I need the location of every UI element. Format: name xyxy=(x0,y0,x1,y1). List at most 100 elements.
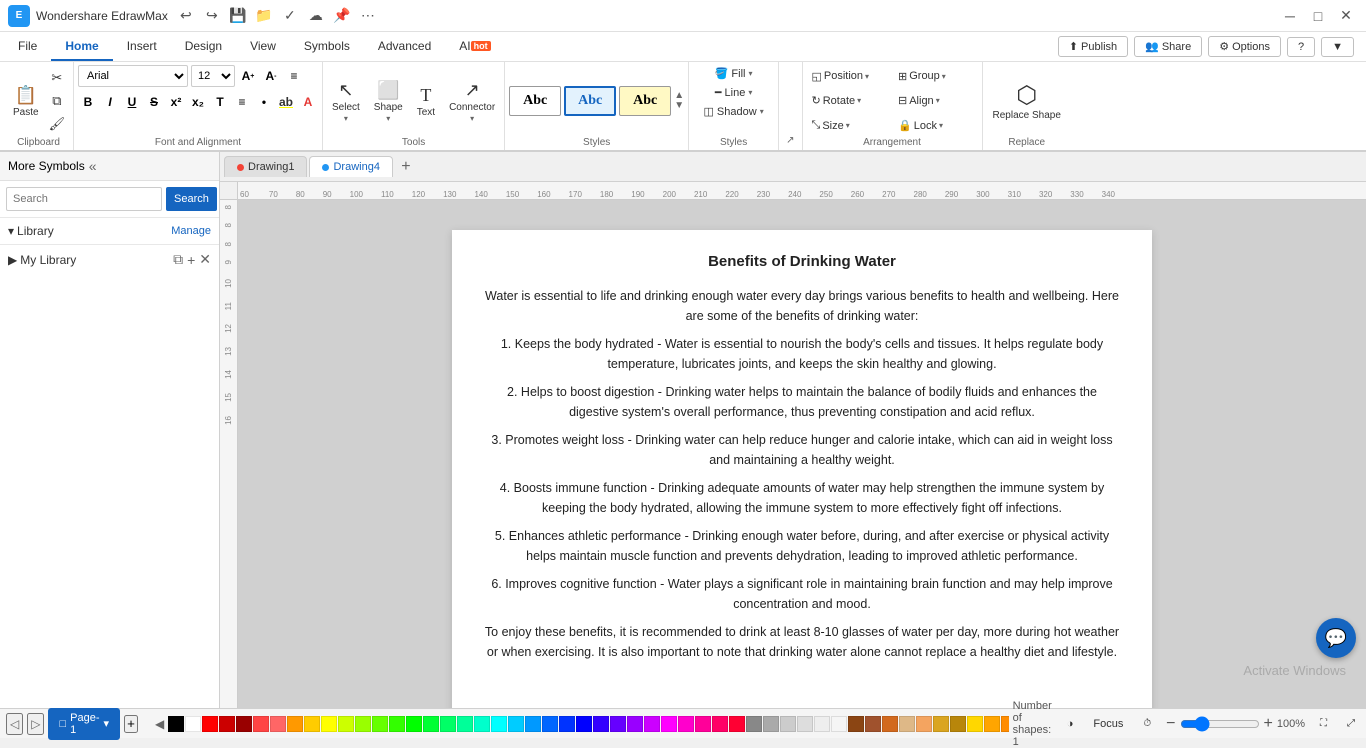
more-button[interactable]: ⋯ xyxy=(356,4,380,28)
color-swatch[interactable] xyxy=(219,716,235,732)
color-swatch[interactable] xyxy=(474,716,490,732)
fit-button[interactable]: ⛶ xyxy=(1315,716,1332,731)
color-swatch[interactable] xyxy=(627,716,643,732)
color-swatch[interactable] xyxy=(763,716,779,732)
strikethrough-button[interactable]: S xyxy=(144,93,164,111)
color-swatch[interactable] xyxy=(814,716,830,732)
chat-button[interactable]: 💬 xyxy=(1316,618,1356,658)
color-swatch[interactable] xyxy=(644,716,660,732)
color-swatch[interactable] xyxy=(287,716,303,732)
style-box-1[interactable]: Abc xyxy=(509,86,561,116)
connector-button[interactable]: ↗ Connector xyxy=(444,74,500,129)
color-swatch[interactable] xyxy=(168,716,184,732)
pin-button[interactable]: 📌 xyxy=(330,4,354,28)
color-swatch[interactable] xyxy=(559,716,575,732)
maximize-button[interactable]: □ xyxy=(1306,4,1330,28)
checkmark-button[interactable]: ✓ xyxy=(278,4,302,28)
rotate-button[interactable]: ↻ Rotate xyxy=(807,92,892,109)
color-swatch[interactable] xyxy=(899,716,915,732)
color-swatch[interactable] xyxy=(984,716,1000,732)
select-button[interactable]: ↖ Select xyxy=(327,74,365,129)
superscript-button[interactable]: x² xyxy=(166,93,186,111)
page-nav-left[interactable]: ◁ xyxy=(6,713,23,735)
color-swatch[interactable] xyxy=(491,716,507,732)
cut-button[interactable]: ✂ xyxy=(46,68,69,88)
canvas-content[interactable]: Benefits of Drinking Water Water is esse… xyxy=(238,200,1366,708)
manage-button[interactable]: Manage xyxy=(171,225,211,237)
color-swatch[interactable] xyxy=(253,716,269,732)
undo-button[interactable]: ↩ xyxy=(174,4,198,28)
options-button[interactable]: ⚙ Options xyxy=(1208,36,1281,57)
color-swatch[interactable] xyxy=(185,716,201,732)
color-swatch[interactable] xyxy=(848,716,864,732)
publish-button[interactable]: ⬆ Publish xyxy=(1058,36,1128,57)
size-button[interactable]: ⤡ Size xyxy=(807,117,892,134)
open-button[interactable]: 📁 xyxy=(252,4,276,28)
my-library-expand-icon[interactable]: ▶ xyxy=(8,253,17,267)
style-box-2[interactable]: Abc xyxy=(564,86,616,116)
format-paint-button[interactable]: 🖌 xyxy=(46,114,69,134)
color-swatch[interactable] xyxy=(321,716,337,732)
color-swatch[interactable] xyxy=(457,716,473,732)
expand-button[interactable]: ⤢ xyxy=(1342,716,1360,731)
search-input[interactable] xyxy=(6,187,162,211)
menu-tab-insert[interactable]: Insert xyxy=(113,32,171,61)
color-swatch[interactable] xyxy=(270,716,286,732)
account-button[interactable]: ▼ xyxy=(1321,37,1354,57)
share-button[interactable]: 👥 Share xyxy=(1134,36,1202,57)
zoom-plus-button[interactable]: + xyxy=(1264,715,1273,733)
search-button[interactable]: Search xyxy=(166,187,217,211)
group-button[interactable]: ⊞ Group xyxy=(893,68,978,85)
align-button2[interactable]: ⊟ Align xyxy=(893,92,978,109)
bold-button[interactable]: B xyxy=(78,93,98,111)
layers-button[interactable]: ◑ xyxy=(1062,716,1079,732)
color-swatch[interactable] xyxy=(508,716,524,732)
color-swatch[interactable] xyxy=(202,716,218,732)
focus-button[interactable]: Focus xyxy=(1088,716,1128,732)
color-swatch[interactable] xyxy=(695,716,711,732)
color-swatch[interactable] xyxy=(661,716,677,732)
menu-tab-advanced[interactable]: Advanced xyxy=(364,32,445,61)
position-button[interactable]: ◱ Position xyxy=(807,68,892,85)
color-swatch[interactable] xyxy=(933,716,949,732)
menu-tab-design[interactable]: Design xyxy=(171,32,236,61)
styles-expand-button[interactable]: ↗ xyxy=(781,133,799,148)
menu-tab-home[interactable]: Home xyxy=(51,32,112,61)
zoom-minus-button[interactable]: − xyxy=(1166,715,1175,733)
fill-button[interactable]: 🪣 Fill xyxy=(711,65,757,82)
color-swatch[interactable] xyxy=(423,716,439,732)
color-swatch[interactable] xyxy=(797,716,813,732)
tab-drawing1[interactable]: Drawing1 xyxy=(224,156,307,177)
color-arrow-left[interactable]: ◀ xyxy=(152,717,167,731)
tab-drawing4[interactable]: Drawing4 xyxy=(309,156,392,177)
help-button[interactable]: ? xyxy=(1287,37,1315,57)
save-button[interactable]: 💾 xyxy=(226,4,250,28)
replace-shape-button[interactable]: ⬡ Replace Shape xyxy=(987,77,1067,125)
color-swatch[interactable] xyxy=(831,716,847,732)
copy-button[interactable]: ⧉ xyxy=(46,91,69,111)
menu-tab-symbols[interactable]: Symbols xyxy=(290,32,364,61)
color-swatch[interactable] xyxy=(610,716,626,732)
minimize-button[interactable]: ─ xyxy=(1278,4,1302,28)
menu-tab-file[interactable]: File xyxy=(4,32,51,61)
page-tab-1[interactable]: □ Page-1 ▾ xyxy=(48,708,120,740)
cloud-button[interactable]: ☁ xyxy=(304,4,328,28)
color-swatch[interactable] xyxy=(729,716,745,732)
my-library-close-button[interactable]: ✕ xyxy=(199,251,211,268)
line-button[interactable]: ━ Line xyxy=(711,84,756,101)
timer-button[interactable]: ⏱ xyxy=(1138,716,1156,731)
lock-button[interactable]: 🔒 Lock xyxy=(893,117,978,134)
color-swatch[interactable] xyxy=(1001,716,1008,732)
color-swatch[interactable] xyxy=(916,716,932,732)
color-swatch[interactable] xyxy=(593,716,609,732)
align-button[interactable]: ≡ xyxy=(284,67,304,85)
font-shrink-button[interactable]: A- xyxy=(261,67,281,85)
page-nav-right[interactable]: ▷ xyxy=(27,713,44,735)
text-button[interactable]: T Text xyxy=(412,74,440,129)
italic-button[interactable]: I xyxy=(100,93,120,111)
color-swatch[interactable] xyxy=(712,716,728,732)
sidebar-collapse-button[interactable]: « xyxy=(89,158,97,174)
list-button[interactable]: ≡ xyxy=(232,93,252,111)
color-swatch[interactable] xyxy=(882,716,898,732)
color-swatch[interactable] xyxy=(406,716,422,732)
